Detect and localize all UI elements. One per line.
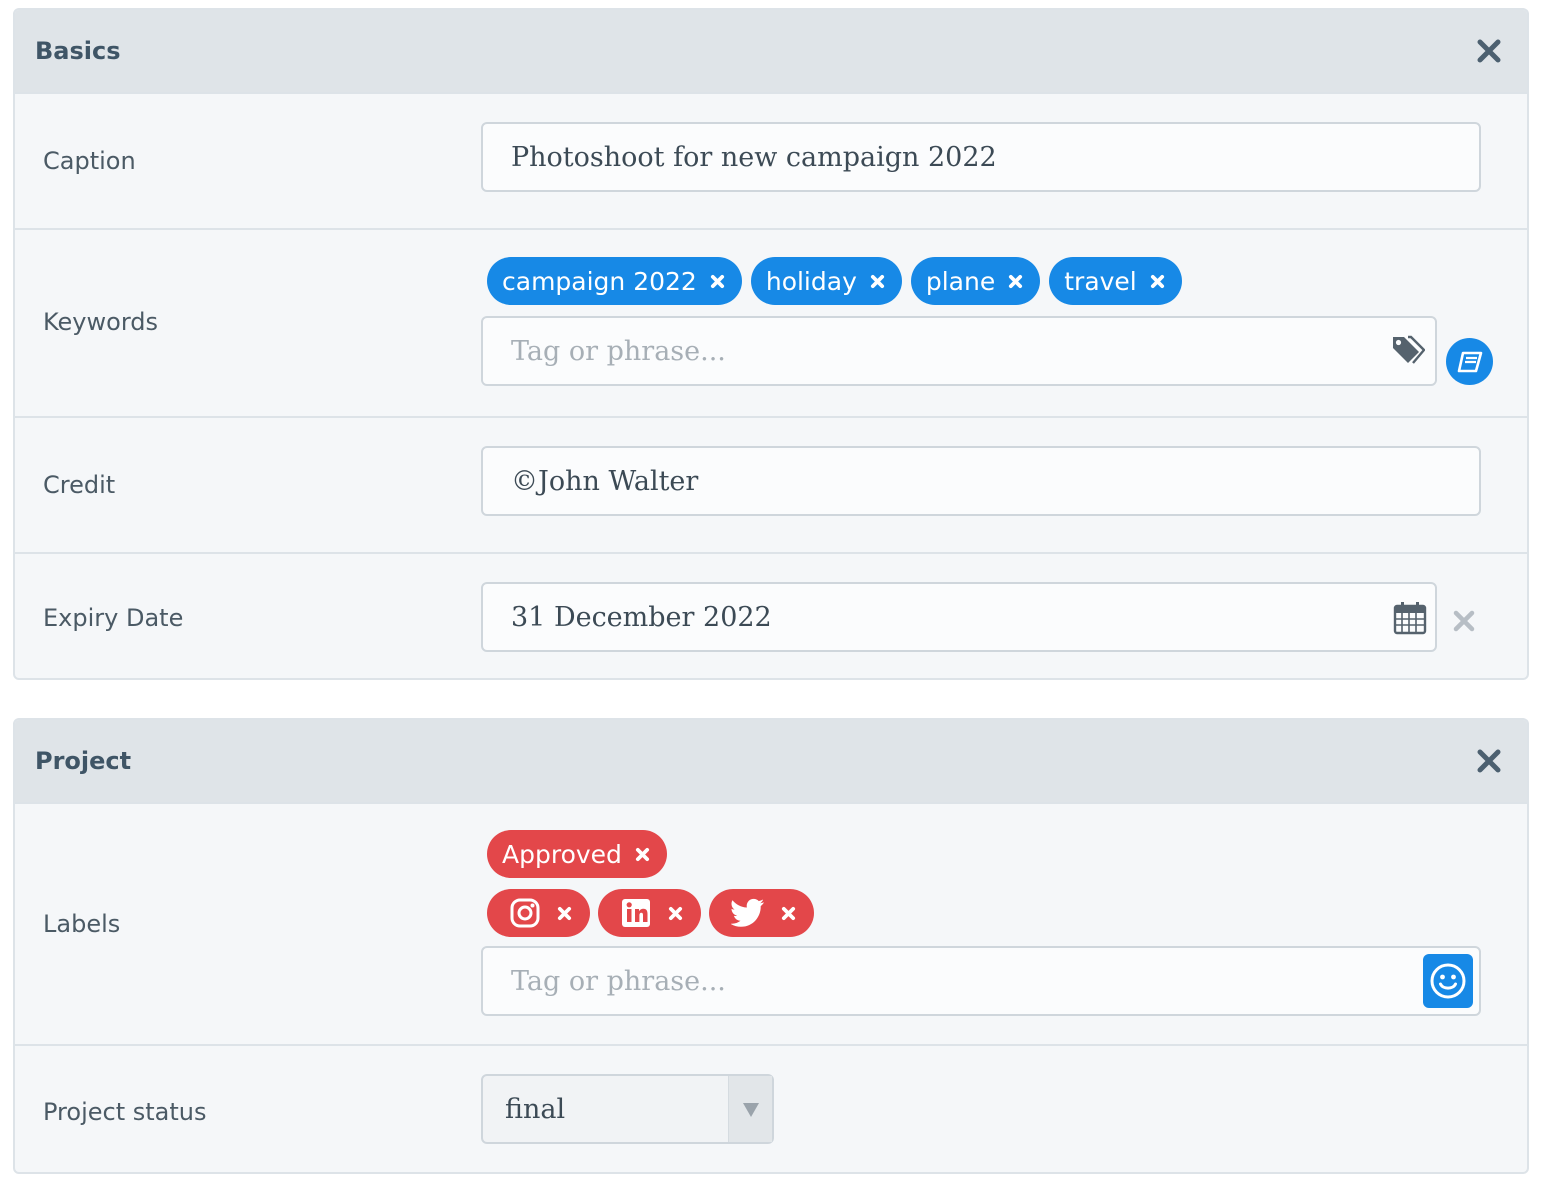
label-tag-approved[interactable]: Approved bbox=[487, 830, 667, 878]
label-tag-linkedin[interactable] bbox=[598, 889, 701, 937]
remove-tag-icon[interactable] bbox=[870, 274, 885, 289]
keyword-dictionary-button[interactable] bbox=[1446, 338, 1493, 385]
remove-tag-icon[interactable] bbox=[1008, 274, 1023, 289]
close-icon[interactable] bbox=[1475, 747, 1503, 775]
remove-tag-icon[interactable] bbox=[1150, 274, 1165, 289]
remove-tag-icon[interactable] bbox=[635, 847, 650, 862]
expiry-value: 31 December 2022 bbox=[511, 601, 772, 633]
linkedin-icon bbox=[622, 899, 650, 927]
keywords-placeholder: Tag or phrase... bbox=[511, 335, 726, 367]
emoji-picker-button[interactable] bbox=[1423, 954, 1473, 1008]
labels-label: Labels bbox=[43, 910, 121, 938]
keyword-tag-label: holiday bbox=[765, 266, 857, 296]
twitter-icon bbox=[731, 898, 764, 927]
basics-panel-title: Basics bbox=[35, 37, 121, 65]
keyword-tag[interactable]: travel bbox=[1049, 257, 1182, 305]
labels-text-tag-list: Approved bbox=[487, 830, 667, 878]
keyword-tag[interactable]: plane bbox=[910, 257, 1041, 305]
remove-tag-icon[interactable] bbox=[710, 274, 725, 289]
caption-row: Caption Photoshoot for new campaign 2022 bbox=[15, 92, 1527, 228]
keyword-tag[interactable]: campaign 2022 bbox=[487, 257, 742, 305]
clear-icon[interactable] bbox=[1452, 609, 1476, 633]
project-status-row: Project status final bbox=[15, 1044, 1527, 1172]
label-tag-instagram[interactable] bbox=[487, 889, 590, 937]
keywords-label: Keywords bbox=[43, 308, 159, 336]
expiry-row: Expiry Date 31 December 2022 bbox=[15, 552, 1527, 678]
credit-row: Credit ©John Walter bbox=[15, 416, 1527, 552]
smiley-icon bbox=[1430, 963, 1466, 999]
credit-input[interactable]: ©John Walter bbox=[481, 446, 1481, 516]
project-panel-title: Project bbox=[35, 747, 132, 775]
tags-icon bbox=[1393, 335, 1425, 364]
dropdown-arrow-icon[interactable] bbox=[728, 1076, 772, 1142]
labels-row: Labels Approved Tag or phrase... bbox=[15, 802, 1527, 1044]
remove-tag-icon[interactable] bbox=[557, 906, 572, 921]
keywords-tag-list: campaign 2022 holiday plane travel bbox=[487, 257, 1182, 305]
labels-icon-tag-list bbox=[487, 889, 814, 937]
labels-input[interactable]: Tag or phrase... bbox=[481, 946, 1481, 1016]
expiry-label: Expiry Date bbox=[43, 604, 184, 632]
project-status-label: Project status bbox=[43, 1098, 207, 1126]
project-panel-header[interactable]: Project bbox=[15, 720, 1527, 802]
remove-tag-icon[interactable] bbox=[781, 906, 796, 921]
keyword-tag-label: travel bbox=[1064, 266, 1137, 296]
project-status-select[interactable]: final bbox=[481, 1074, 774, 1144]
label-tag-label: Approved bbox=[502, 839, 622, 869]
label-tag-twitter[interactable] bbox=[709, 889, 814, 937]
credit-label: Credit bbox=[43, 471, 116, 499]
caption-value: Photoshoot for new campaign 2022 bbox=[511, 141, 997, 173]
labels-placeholder: Tag or phrase... bbox=[511, 965, 726, 997]
caption-label: Caption bbox=[43, 147, 136, 175]
basics-panel-header[interactable]: Basics bbox=[15, 10, 1527, 92]
instagram-icon bbox=[510, 898, 540, 928]
project-status-value: final bbox=[505, 1093, 566, 1125]
basics-panel: Basics Caption Photoshoot for new campai… bbox=[13, 8, 1529, 680]
close-icon[interactable] bbox=[1475, 37, 1503, 65]
calendar-icon[interactable] bbox=[1393, 601, 1427, 635]
keywords-row: Keywords campaign 2022 holiday plane tra… bbox=[15, 228, 1527, 416]
keywords-input[interactable]: Tag or phrase... bbox=[481, 316, 1437, 386]
keyword-tag[interactable]: holiday bbox=[750, 257, 902, 305]
caption-input[interactable]: Photoshoot for new campaign 2022 bbox=[481, 122, 1481, 192]
remove-tag-icon[interactable] bbox=[668, 906, 683, 921]
expiry-date-input[interactable]: 31 December 2022 bbox=[481, 582, 1437, 652]
book-icon bbox=[1457, 351, 1482, 372]
project-panel: Project Labels Approved Tag or phrase...… bbox=[13, 718, 1529, 1174]
keyword-tag-label: campaign 2022 bbox=[502, 266, 697, 296]
keyword-tag-label: plane bbox=[925, 266, 996, 296]
credit-value: ©John Walter bbox=[511, 465, 699, 497]
